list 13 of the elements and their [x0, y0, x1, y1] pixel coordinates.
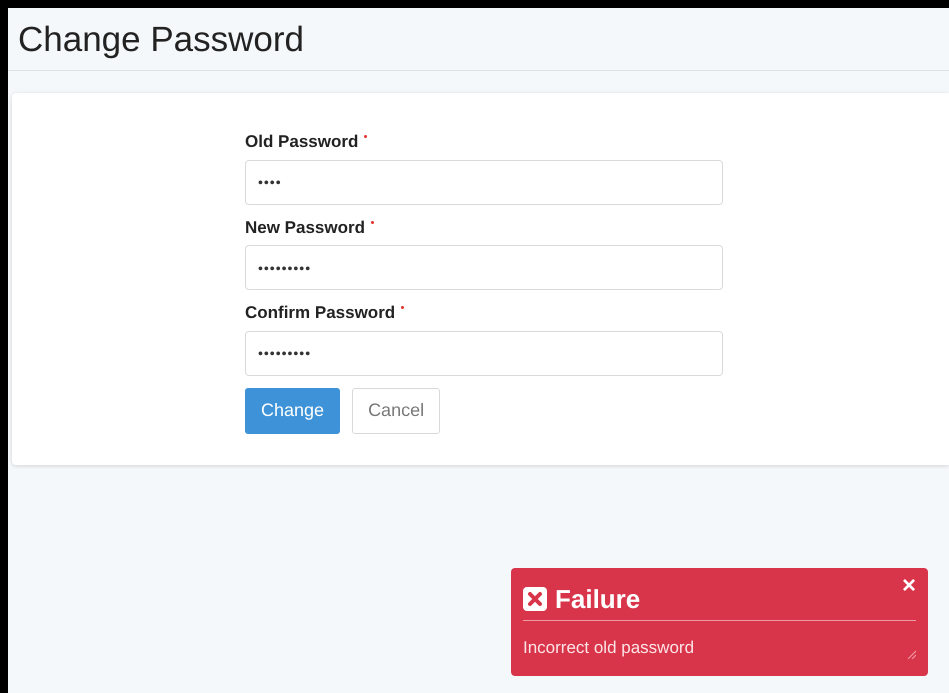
- cancel-button[interactable]: Cancel: [352, 388, 440, 434]
- toast-message: Incorrect old password: [523, 637, 694, 659]
- password-field[interactable]: •••••••••: [245, 330, 723, 376]
- password-field[interactable]: •••••••••: [245, 245, 723, 290]
- resize-grip-icon: [906, 648, 916, 658]
- field-label: Confirm Password: [245, 302, 396, 324]
- toast-title: Failure: [555, 582, 640, 616]
- error-icon: [523, 587, 547, 611]
- page-title: Change Password: [18, 22, 304, 56]
- password-field[interactable]: ••••: [245, 160, 723, 204]
- field-label: Old Password: [245, 131, 358, 153]
- field-label: New Password: [245, 216, 365, 238]
- close-button[interactable]: ×: [902, 574, 916, 598]
